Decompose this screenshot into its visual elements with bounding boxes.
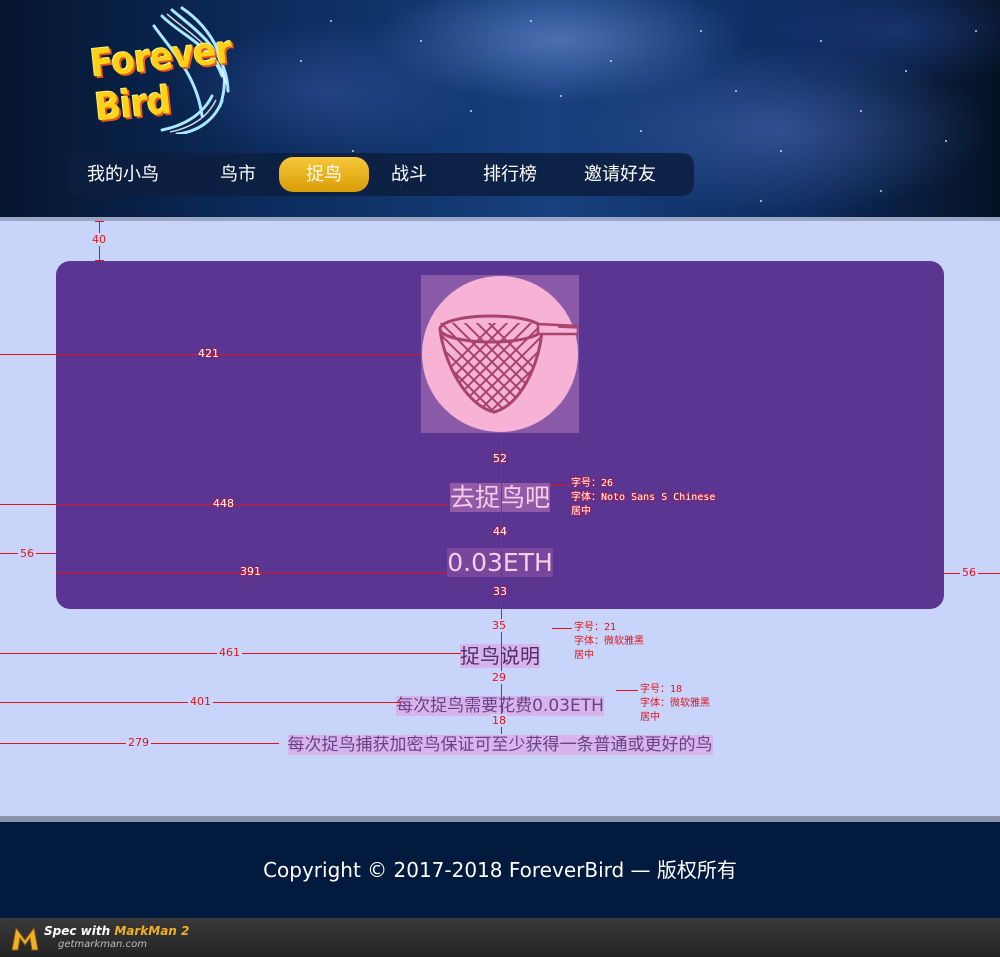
markman-logo-icon: [11, 926, 39, 951]
nav-item-leaderboard[interactable]: 排行榜: [466, 157, 554, 192]
measure-line: [552, 628, 572, 629]
nav-item-battle[interactable]: 战斗: [368, 157, 450, 192]
markman-product: MarkMan 2: [114, 924, 190, 938]
site-logo[interactable]: Forever Bird: [80, 4, 250, 136]
logo-text: Forever Bird: [88, 27, 234, 130]
nav-item-my-birds[interactable]: 我的小鸟: [74, 157, 172, 192]
markman-url[interactable]: getmarkman.com: [58, 939, 147, 950]
description-line-guarantee: 每次捉鸟捕获加密鸟保证可至少获得一条普通或更好的鸟: [200, 730, 800, 755]
description-line-guarantee-text: 每次捉鸟捕获加密鸟保证可至少获得一条普通或更好的鸟: [287, 735, 713, 755]
copyright-text: Copyright © 2017-2018 ForeverBird — 版权所有: [263, 858, 737, 882]
catch-icon-frame[interactable]: [421, 275, 580, 433]
measure-label: 40: [90, 233, 108, 246]
header-divider: [0, 217, 1000, 221]
site-header: Forever Bird 我的小鸟 鸟市 捉鸟 战斗 排行榜 邀请好友: [0, 0, 1000, 218]
markman-bar: Spec with MarkMan 2 getmarkman.com: [0, 918, 1000, 957]
font-note-desc-title: 字号：21 字体：微软雅黑 居中: [574, 621, 644, 663]
description-line-cost: 每次捉鸟需要花费0.03ETH: [200, 691, 800, 716]
font-note-align: 居中: [640, 712, 660, 723]
font-note-title: 字号：26 字体：Noto Sans S Chinese 居中: [571, 477, 715, 519]
site-footer: Copyright © 2017-2018 ForeverBird — 版权所有: [0, 822, 1000, 918]
markman-title: Spec with MarkMan 2: [44, 924, 189, 938]
markman-spec-with: Spec with: [44, 924, 111, 938]
font-note-size: 字号：21: [574, 622, 617, 633]
font-note-size: 字号：18: [640, 684, 683, 695]
font-note-align: 居中: [571, 506, 591, 517]
measure-label: 421: [198, 347, 219, 360]
font-note-desc-line: 字号：18 字体：微软雅黑 居中: [640, 683, 710, 725]
measure-line: [95, 221, 104, 222]
measure-label: 279: [126, 736, 151, 749]
measure-label: 391: [240, 565, 261, 578]
measure-label: 29: [490, 671, 508, 684]
description-line-cost-text: 每次捉鸟需要花费0.03ETH: [396, 696, 604, 716]
font-note-family: 字体：微软雅黑: [574, 636, 644, 647]
measure-label: 18: [490, 714, 508, 727]
measure-label: 401: [188, 695, 213, 708]
measure-label: 448: [213, 497, 234, 510]
measure-label: 52: [493, 452, 507, 465]
measure-label: 44: [493, 525, 507, 538]
nav-item-bird-market[interactable]: 鸟市: [198, 157, 278, 192]
font-note-family: 字体：Noto Sans S Chinese: [571, 492, 716, 503]
measure-line: [550, 485, 570, 486]
nav-item-invite-friends[interactable]: 邀请好友: [568, 157, 672, 192]
measure-label: 33: [493, 585, 507, 598]
measure-line: [95, 260, 104, 261]
measure-line: [501, 434, 502, 734]
font-note-align: 居中: [574, 650, 594, 661]
main-nav: 我的小鸟 鸟市 捉鸟 战斗 排行榜 邀请好友: [68, 153, 694, 196]
font-note-size: 字号：26: [571, 478, 614, 489]
font-note-family: 字体：微软雅黑: [640, 698, 710, 709]
measure-label: 461: [217, 646, 242, 659]
catch-bird-title-text: 去捉鸟吧: [449, 483, 550, 512]
measure-label: 35: [490, 619, 508, 632]
measure-label: 56: [960, 566, 978, 579]
nav-item-catch-bird[interactable]: 捉鸟: [279, 157, 369, 192]
catch-price-text: 0.03ETH: [447, 548, 553, 577]
catch-icon-circle: [422, 276, 580, 432]
description-title-text: 捉鸟说明: [460, 644, 540, 668]
measure-line: [616, 690, 638, 691]
butterfly-net-icon: [438, 314, 580, 414]
measure-label: 56: [18, 547, 36, 560]
